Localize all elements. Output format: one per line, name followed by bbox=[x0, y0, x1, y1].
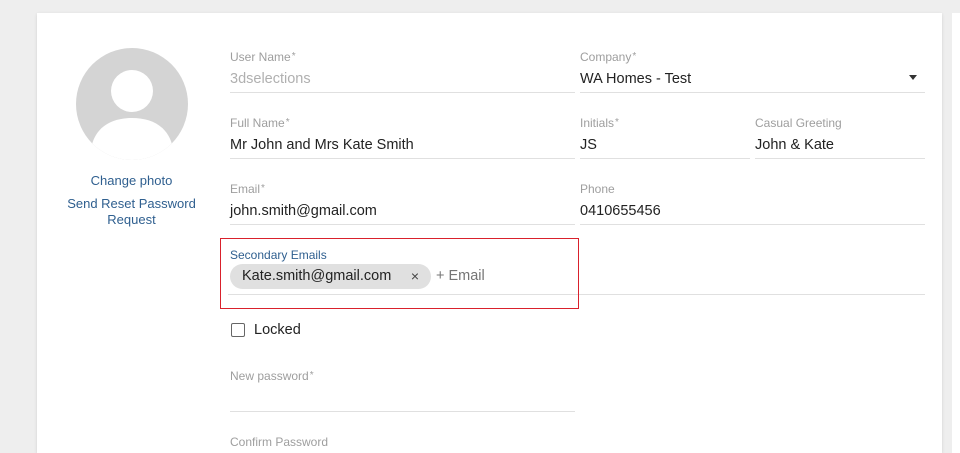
company-value: WA Homes - Test bbox=[580, 71, 692, 87]
full-name-field[interactable]: Full Name* Mr John and Mrs Kate Smith bbox=[230, 115, 575, 159]
phone-underline bbox=[580, 224, 925, 225]
new-password-value bbox=[230, 387, 575, 409]
company-select[interactable]: Company* WA Homes - Test bbox=[580, 49, 925, 93]
right-panel-edge bbox=[952, 13, 960, 453]
full-name-label: Full Name bbox=[230, 116, 285, 130]
user-name-value: 3dselections bbox=[230, 71, 311, 87]
company-underline bbox=[580, 92, 925, 93]
dropdown-caret-icon[interactable] bbox=[909, 75, 917, 80]
secondary-emails-label: Secondary Emails bbox=[230, 248, 327, 262]
initials-value: JS bbox=[580, 137, 597, 153]
phone-value: 0410655456 bbox=[580, 203, 661, 219]
required-marker: * bbox=[285, 117, 290, 128]
email-chip-text: Kate.smith@gmail.com bbox=[242, 268, 392, 284]
confirm-password-field[interactable]: Confirm Password bbox=[230, 434, 575, 450]
new-password-field[interactable]: New password* bbox=[230, 368, 575, 412]
casual-greeting-field[interactable]: Casual Greeting John & Kate bbox=[755, 115, 925, 159]
reset-password-line1: Send Reset Password bbox=[67, 196, 196, 211]
user-name-underline bbox=[230, 92, 575, 93]
locked-checkbox[interactable] bbox=[231, 323, 245, 337]
phone-field[interactable]: Phone 0410655456 bbox=[580, 181, 925, 225]
email-label: Email bbox=[230, 182, 261, 196]
casual-greeting-value: John & Kate bbox=[755, 137, 834, 153]
avatar bbox=[76, 48, 188, 160]
user-name-field: User Name* 3dselections bbox=[230, 49, 575, 93]
user-name-label: User Name bbox=[230, 50, 291, 64]
required-marker: * bbox=[615, 117, 619, 128]
email-value: john.smith@gmail.com bbox=[230, 203, 377, 219]
email-field[interactable]: Email* john.smith@gmail.com bbox=[230, 181, 575, 225]
casual-greeting-underline bbox=[755, 158, 925, 159]
required-marker: * bbox=[309, 370, 314, 381]
required-marker: * bbox=[291, 51, 296, 62]
required-marker: * bbox=[261, 183, 265, 194]
person-placeholder-icon bbox=[90, 70, 174, 160]
locked-label[interactable]: Locked bbox=[254, 322, 301, 338]
send-reset-password-link[interactable]: Send Reset Password Request bbox=[60, 196, 203, 228]
new-password-underline bbox=[230, 411, 575, 412]
remove-chip-icon[interactable]: × bbox=[411, 264, 419, 289]
email-chip: Kate.smith@gmail.com × bbox=[230, 264, 431, 289]
full-name-value: Mr John and Mrs Kate Smith bbox=[230, 137, 414, 153]
reset-password-line2: Request bbox=[107, 212, 156, 227]
change-photo-link[interactable]: Change photo bbox=[70, 173, 193, 188]
add-email-input[interactable]: + Email bbox=[436, 268, 485, 284]
casual-greeting-label: Casual Greeting bbox=[755, 116, 842, 130]
confirm-password-label: Confirm Password bbox=[230, 435, 329, 449]
phone-label: Phone bbox=[580, 182, 615, 196]
required-marker: * bbox=[632, 51, 637, 62]
initials-underline bbox=[580, 158, 750, 159]
new-password-label: New password bbox=[230, 369, 309, 383]
email-underline bbox=[230, 224, 575, 225]
initials-field[interactable]: Initials* JS bbox=[580, 115, 750, 159]
initials-label: Initials bbox=[580, 116, 615, 130]
company-label: Company bbox=[580, 50, 632, 64]
full-name-underline bbox=[230, 158, 575, 159]
